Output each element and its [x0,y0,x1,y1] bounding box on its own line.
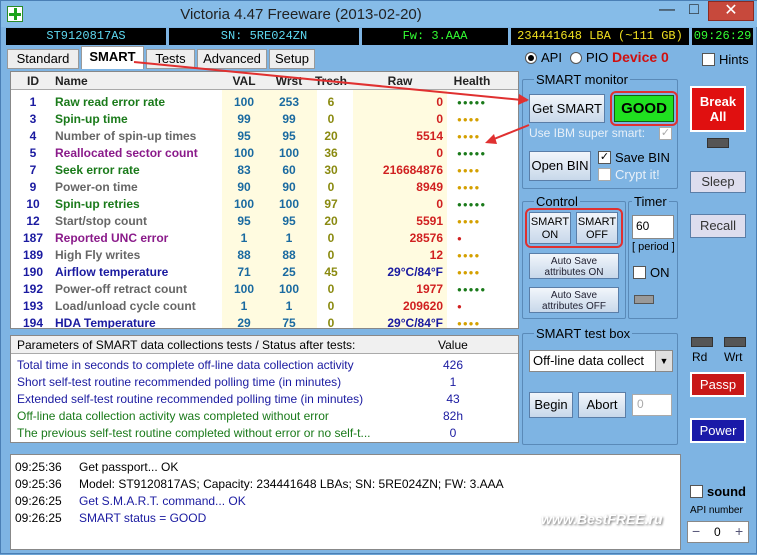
annotation-arrows [485,94,530,144]
arrowhead-health [485,134,497,144]
main-window: Victoria 4.47 Freeware (2013-02-20) — □ … [0,0,757,554]
arrowhead-get-smart [518,94,529,105]
